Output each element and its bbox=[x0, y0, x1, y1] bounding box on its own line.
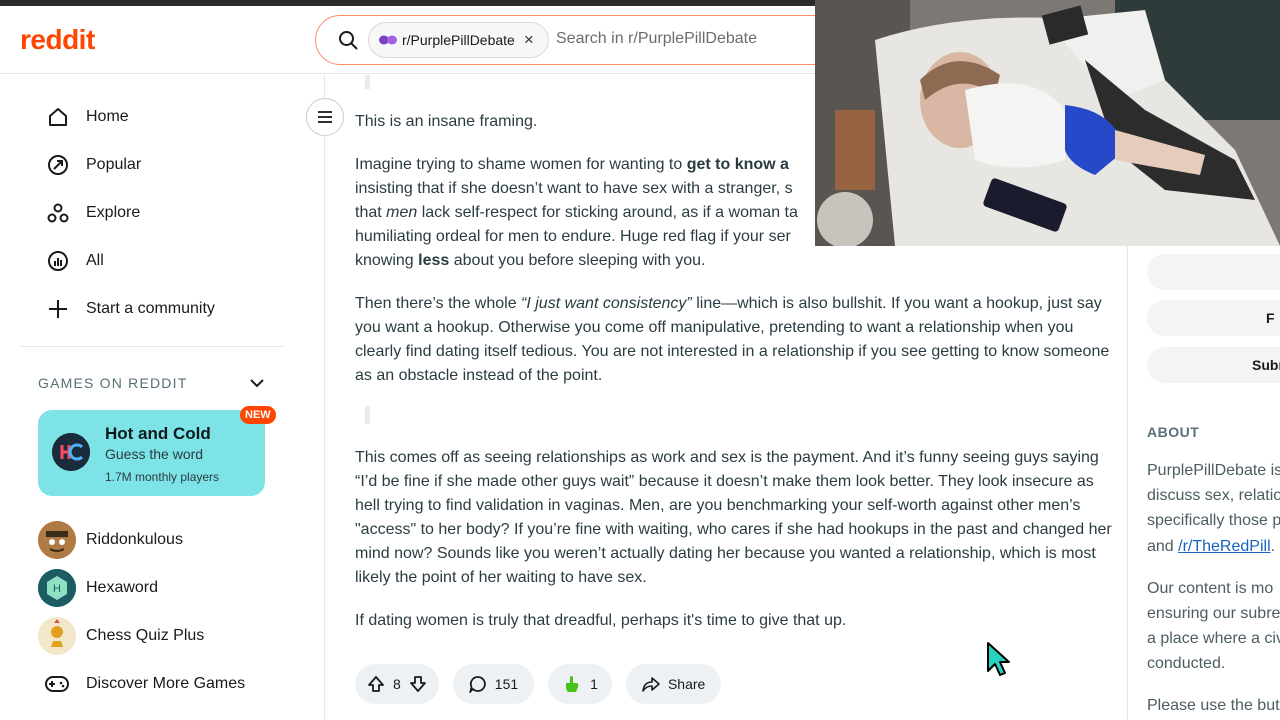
about-text: Our content is mo bbox=[1147, 580, 1274, 597]
chess-quiz-icon bbox=[38, 617, 76, 655]
bold-text: less bbox=[418, 252, 450, 269]
sidebar-item-start-community[interactable]: Start a community bbox=[20, 287, 284, 331]
featured-game-players: 1.7M monthly players bbox=[105, 470, 220, 484]
game-label: Chess Quiz Plus bbox=[86, 627, 205, 644]
quote-bar bbox=[365, 406, 370, 424]
games-section-header[interactable]: GAMES ON REDDIT bbox=[38, 375, 264, 391]
text: . bbox=[1270, 538, 1276, 555]
riddonkulous-icon bbox=[38, 521, 76, 559]
game-label: Riddonkulous bbox=[86, 531, 183, 548]
left-sidebar: Home Popular Explore All Start a communi… bbox=[0, 75, 325, 720]
new-badge: NEW bbox=[240, 406, 276, 424]
subreddit-search-chip[interactable]: r/PurplePillDebate × bbox=[368, 22, 549, 58]
sidebar-item-explore[interactable]: Explore bbox=[20, 191, 284, 235]
search-icon bbox=[339, 31, 358, 50]
plus-icon bbox=[46, 297, 70, 321]
post-paragraph: Then there’s the whole “I just want cons… bbox=[355, 292, 1115, 388]
explore-icon bbox=[46, 201, 70, 225]
game-label: Hexaword bbox=[86, 579, 159, 596]
quote-bar bbox=[365, 75, 370, 89]
menu-toggle-button[interactable] bbox=[306, 98, 344, 136]
home-icon bbox=[46, 105, 70, 129]
svg-text:H: H bbox=[53, 583, 61, 595]
webcam-feed-image bbox=[815, 0, 1280, 246]
sidebar-item-label: Home bbox=[86, 108, 129, 125]
sidebar-item-label: All bbox=[86, 252, 104, 269]
search-input[interactable] bbox=[556, 30, 856, 48]
text: that bbox=[355, 204, 387, 221]
post-action-bar: 8 151 1 Share bbox=[355, 664, 722, 704]
share-label: Share bbox=[667, 676, 706, 692]
about-text: discuss sex, relatio bbox=[1147, 487, 1280, 504]
upvote-icon[interactable] bbox=[367, 675, 385, 693]
sidebar-divider bbox=[20, 346, 284, 347]
hexaword-icon: H bbox=[38, 569, 76, 607]
redpill-link[interactable]: /r/TheRedPill bbox=[1178, 538, 1270, 555]
bold-text: get to know a bbox=[686, 156, 789, 173]
about-title: ABOUT bbox=[1147, 424, 1200, 440]
chip-label: r/PurplePillDebate bbox=[402, 32, 515, 48]
text: lack self-respect for sticking around, a… bbox=[417, 204, 798, 221]
share-button[interactable]: Share bbox=[625, 664, 722, 704]
webcam-overlay bbox=[815, 0, 1280, 246]
reddit-logo[interactable]: reddit bbox=[20, 24, 95, 56]
sidebar-item-label: Start a community bbox=[86, 300, 215, 317]
italic-text: “I just want consistency” bbox=[521, 295, 692, 312]
featured-game-title: Hot and Cold bbox=[105, 424, 211, 443]
purple-pill-icon bbox=[379, 35, 397, 45]
games-section-title: GAMES ON REDDIT bbox=[38, 375, 188, 391]
vote-pill: 8 bbox=[355, 664, 439, 704]
popular-icon bbox=[46, 153, 70, 177]
chevron-down-icon[interactable] bbox=[250, 378, 264, 388]
about-text: and /r/TheRedPill. bbox=[1147, 534, 1280, 559]
featured-game-card[interactable]: Hot and Cold Guess the word 1.7M monthly… bbox=[38, 410, 265, 496]
game-item-chess-quiz-plus[interactable]: Chess Quiz Plus bbox=[38, 616, 284, 656]
downvote-icon[interactable] bbox=[409, 675, 427, 693]
about-text: conducted. bbox=[1147, 655, 1226, 672]
chip-close-icon[interactable]: × bbox=[524, 30, 534, 50]
text: Then there’s the whole bbox=[355, 295, 522, 312]
post-paragraph: If dating women is truly that dreadful, … bbox=[355, 612, 847, 629]
sidebar-button-2[interactable]: F bbox=[1147, 300, 1280, 336]
award-count: 1 bbox=[590, 676, 598, 692]
sidebar-item-home[interactable]: Home bbox=[20, 95, 284, 139]
sidebar-item-label: Popular bbox=[86, 156, 142, 173]
comment-count: 151 bbox=[494, 676, 519, 692]
sidebar-item-label: Explore bbox=[86, 204, 141, 221]
mouse-cursor-icon bbox=[987, 642, 1010, 676]
game-item-discover-more[interactable]: Discover More Games bbox=[38, 664, 284, 704]
about-text: a place where a civ bbox=[1147, 630, 1280, 647]
hamburger-icon bbox=[318, 111, 332, 123]
sidebar-button-1[interactable] bbox=[1147, 254, 1280, 290]
gamepad-icon bbox=[38, 665, 76, 703]
comments-button[interactable]: 151 bbox=[452, 664, 535, 704]
search-bar[interactable]: r/PurplePillDebate × bbox=[315, 15, 875, 65]
all-icon bbox=[46, 249, 70, 273]
sidebar-item-all[interactable]: All bbox=[20, 239, 284, 283]
about-text: ensuring our subre bbox=[1147, 605, 1280, 622]
about-text: PurplePillDebate is bbox=[1147, 462, 1280, 479]
post-paragraph: This comes off as seeing relationships a… bbox=[355, 449, 1112, 586]
hot-and-cold-icon bbox=[52, 433, 90, 471]
award-button[interactable]: 1 bbox=[548, 664, 612, 704]
sidebar-item-popular[interactable]: Popular bbox=[20, 143, 284, 187]
game-label: Discover More Games bbox=[86, 675, 246, 692]
right-sidebar: F Subr ABOUT PurplePillDebate is discuss… bbox=[1127, 246, 1280, 720]
about-text: specifically those p bbox=[1147, 512, 1280, 529]
game-item-riddonkulous[interactable]: Riddonkulous bbox=[38, 520, 284, 560]
about-text: Please use the but bbox=[1147, 697, 1280, 714]
text: knowing bbox=[355, 252, 419, 269]
comment-icon bbox=[469, 676, 486, 693]
vote-count: 8 bbox=[393, 676, 401, 692]
share-icon bbox=[642, 677, 660, 692]
sidebar-button-3[interactable]: Subr bbox=[1147, 347, 1280, 383]
text: Imagine trying to shame women for wantin… bbox=[355, 156, 687, 173]
featured-game-subtitle: Guess the word bbox=[105, 446, 204, 462]
italic-text: men bbox=[386, 204, 418, 221]
text: about you before sleeping with you. bbox=[449, 252, 706, 269]
award-hand-icon bbox=[566, 676, 579, 692]
game-item-hexaword[interactable]: H Hexaword bbox=[38, 568, 284, 608]
text: and bbox=[1147, 538, 1179, 555]
